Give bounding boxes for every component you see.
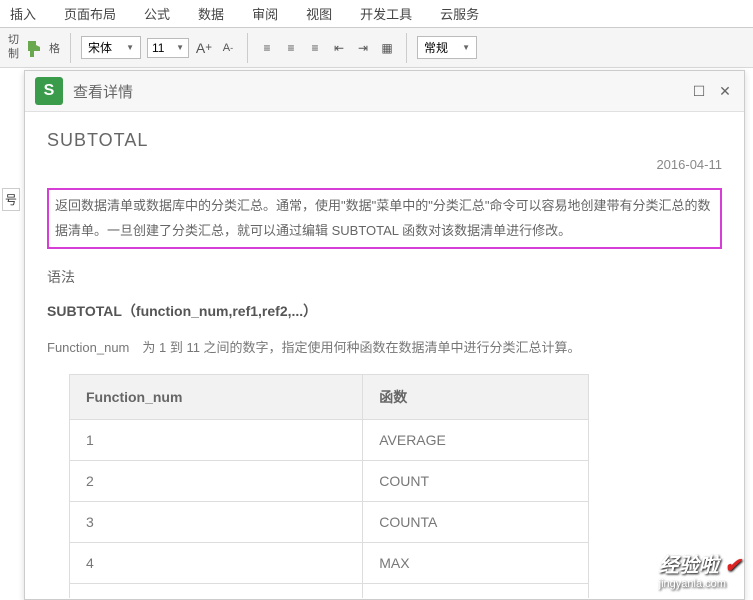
tab-review[interactable]: 审阅 — [252, 4, 278, 23]
table-row: 5MIN — [70, 584, 589, 598]
increase-font-icon[interactable]: A+ — [195, 39, 213, 57]
copy-label[interactable]: 制 — [8, 48, 19, 61]
align-middle-icon[interactable]: ≡ — [282, 39, 300, 57]
description-highlight: 返回数据清单或数据库中的分类汇总。通常，使用"数据"菜单中的"分类汇总"命令可以… — [47, 188, 722, 249]
align-bottom-icon[interactable]: ≡ — [306, 39, 324, 57]
indent-decrease-icon[interactable]: ⇤ — [330, 39, 348, 57]
font-size-select[interactable]: 11▼ — [147, 38, 189, 58]
table-row: 2COUNT — [70, 461, 589, 502]
format-label: 格 — [49, 40, 60, 56]
indent-increase-icon[interactable]: ⇥ — [354, 39, 372, 57]
sheet-left-edge: 号 — [0, 70, 24, 600]
function-name: SUBTOTAL — [47, 130, 722, 151]
decrease-font-icon[interactable]: A- — [219, 39, 237, 57]
panel-title: 查看详情 — [73, 81, 680, 102]
details-panel: S 查看详情 ☐ ✕ SUBTOTAL 2016-04-11 返回数据清单或数据… — [24, 70, 745, 600]
col-header-num: Function_num — [70, 375, 363, 420]
panel-body: SUBTOTAL 2016-04-11 返回数据清单或数据库中的分类汇总。通常，… — [25, 112, 744, 598]
table-row: 3COUNTA — [70, 502, 589, 543]
app-badge-icon: S — [35, 77, 63, 105]
syntax-text: SUBTOTAL（function_num,ref1,ref2,...） — [47, 301, 722, 321]
cut-label[interactable]: 切 — [8, 34, 19, 47]
param-note: Function_num 为 1 到 11 之间的数字，指定使用何种函数在数据清… — [47, 337, 722, 356]
maximize-button[interactable]: ☐ — [690, 82, 708, 100]
font-family-select[interactable]: 宋体▼ — [81, 36, 141, 59]
syntax-heading: 语法 — [47, 267, 722, 287]
ribbon-tabs: 插入 页面布局 公式 数据 审阅 视图 开发工具 云服务 — [0, 0, 753, 28]
table-row: 4MAX — [70, 543, 589, 584]
tab-insert[interactable]: 插入 — [10, 4, 36, 23]
panel-header: S 查看详情 ☐ ✕ — [25, 71, 744, 112]
tab-cloud[interactable]: 云服务 — [440, 4, 479, 23]
check-icon: ✔ — [724, 555, 741, 577]
table-header-row: Function_num 函数 — [70, 375, 589, 420]
function-table: Function_num 函数 1AVERAGE 2COUNT 3COUNTA … — [69, 374, 589, 598]
watermark: 经验啦 ✔ jingyanla.com — [659, 549, 741, 590]
tab-view[interactable]: 视图 — [306, 4, 332, 23]
tab-page-layout[interactable]: 页面布局 — [64, 4, 116, 23]
toolbar: 切 制 格 宋体▼ 11▼ A+ A- ≡ ≡ ≡ ⇤ ⇥ ▦ 常规▼ — [0, 28, 753, 68]
tab-data[interactable]: 数据 — [198, 4, 224, 23]
tab-developer[interactable]: 开发工具 — [360, 4, 412, 23]
row-header-fragment: 号 — [2, 188, 20, 211]
align-top-icon[interactable]: ≡ — [258, 39, 276, 57]
table-row: 1AVERAGE — [70, 420, 589, 461]
col-header-func: 函数 — [363, 375, 589, 420]
doc-date: 2016-04-11 — [47, 157, 722, 172]
merge-cells-icon[interactable]: ▦ — [378, 39, 396, 57]
format-painter-icon[interactable] — [25, 39, 43, 57]
close-button[interactable]: ✕ — [716, 82, 734, 100]
number-format-select[interactable]: 常规▼ — [417, 36, 477, 59]
tab-formula[interactable]: 公式 — [144, 4, 170, 23]
